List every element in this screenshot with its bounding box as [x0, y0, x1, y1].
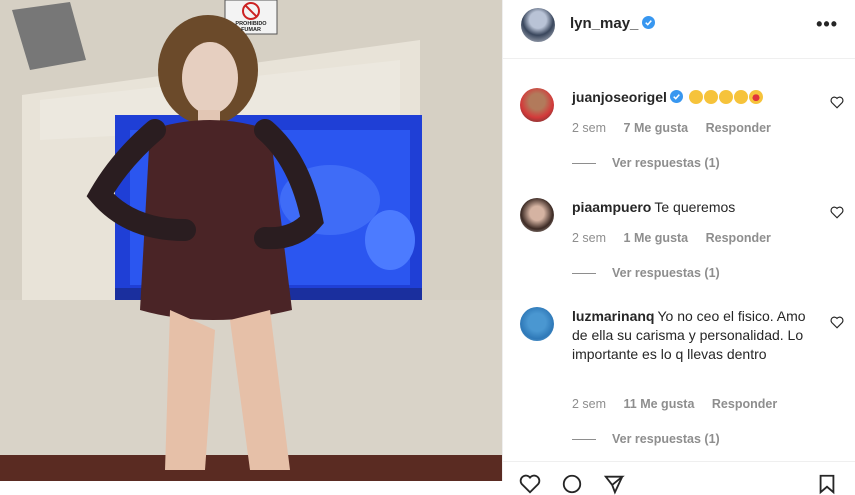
comment-likes[interactable]: 11 Me gusta	[624, 397, 695, 411]
clap-emoji-icon	[718, 90, 733, 104]
post-actions-bar	[503, 461, 855, 495]
view-replies-button[interactable]: Ver respuestas (1)	[572, 156, 720, 170]
post-username[interactable]: lyn_may_	[570, 15, 656, 32]
comments-panel: lyn_may_ ••• juanjoseorigel 2 sem 7 Me g…	[502, 0, 855, 495]
view-replies-label[interactable]: Ver respuestas (1)	[612, 432, 720, 446]
view-replies-button[interactable]: Ver respuestas (1)	[572, 432, 720, 446]
clap-emoji-icon	[688, 90, 703, 104]
verified-badge-icon	[642, 16, 656, 29]
view-replies-label[interactable]: Ver respuestas (1)	[612, 156, 720, 170]
photo-scene	[0, 0, 502, 481]
avatar[interactable]	[520, 307, 554, 341]
comment-username[interactable]: luzmarinanq	[572, 308, 654, 324]
clap-emoji-icon	[703, 90, 718, 104]
divider-line	[572, 163, 596, 165]
reply-button[interactable]: Responder	[712, 397, 777, 411]
save-bookmark-icon[interactable]	[816, 473, 838, 495]
avatar[interactable]	[520, 88, 554, 122]
post-header: lyn_may_ •••	[503, 0, 855, 59]
no-smoking-sign: PROHIBIDO FUMAR	[235, 21, 267, 33]
post-photo[interactable]: PROHIBIDO FUMAR	[0, 0, 502, 481]
like-heart-icon[interactable]	[830, 206, 844, 219]
more-options-icon[interactable]: •••	[816, 14, 838, 35]
clap-emoji-icon	[733, 90, 748, 104]
like-heart-icon[interactable]	[830, 96, 844, 109]
view-replies-label[interactable]: Ver respuestas (1)	[612, 266, 720, 280]
avatar[interactable]	[520, 198, 554, 232]
divider-line	[572, 273, 596, 275]
share-icon[interactable]	[603, 473, 625, 495]
comment-meta: 2 sem 7 Me gusta Responder	[572, 121, 785, 135]
divider-line	[572, 439, 596, 441]
like-heart-icon[interactable]	[519, 473, 541, 495]
reply-button[interactable]: Responder	[706, 121, 771, 135]
comment-meta: 2 sem 11 Me gusta Responder	[572, 397, 791, 411]
like-heart-icon[interactable]	[830, 316, 844, 329]
view-replies-button[interactable]: Ver respuestas (1)	[572, 266, 720, 280]
post-username-text[interactable]: lyn_may_	[570, 15, 638, 32]
comment-time[interactable]: 2 sem	[572, 231, 606, 245]
comment-text: Te queremos	[654, 199, 736, 215]
reply-button[interactable]: Responder	[706, 231, 771, 245]
verified-badge-icon	[669, 90, 683, 103]
comment-icon[interactable]	[561, 473, 583, 495]
heart-eyes-emoji-icon	[748, 90, 763, 104]
avatar[interactable]	[521, 8, 555, 42]
comment-username[interactable]: piaampuero	[572, 199, 651, 215]
comment-likes[interactable]: 7 Me gusta	[624, 121, 689, 135]
comment-meta: 2 sem 1 Me gusta Responder	[572, 231, 785, 245]
comment-time[interactable]: 2 sem	[572, 121, 606, 135]
comment-time[interactable]: 2 sem	[572, 397, 606, 411]
comment-likes[interactable]: 1 Me gusta	[624, 231, 689, 245]
comment-username[interactable]: juanjoseorigel	[572, 89, 667, 105]
